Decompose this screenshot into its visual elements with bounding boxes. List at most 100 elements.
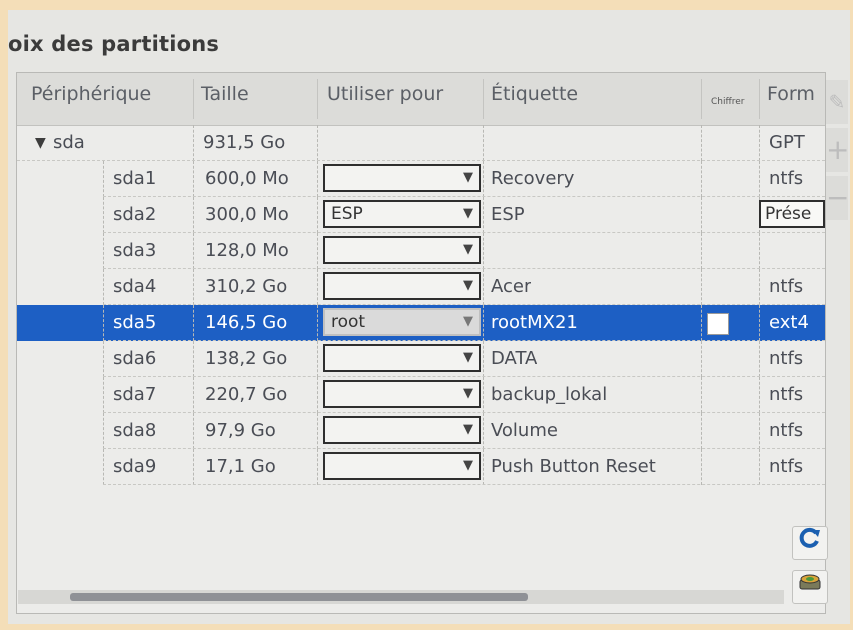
chevron-down-icon[interactable]: ▼	[463, 387, 473, 401]
cell-divider	[317, 305, 318, 341]
chevron-down-icon[interactable]: ▼	[463, 279, 473, 293]
cell-divider	[701, 197, 702, 233]
cell-divider	[317, 449, 318, 485]
partition-label[interactable]: DATA	[491, 341, 537, 377]
cell-divider	[483, 449, 484, 485]
scrollbar-thumb[interactable]	[70, 593, 528, 601]
column-label[interactable]: Étiquette	[491, 83, 578, 105]
partition-name: sda2	[113, 204, 157, 225]
partition-row[interactable]: sda5 146,5 Go root ▼ rootMX21 ext4	[17, 305, 825, 341]
cell-divider	[759, 449, 760, 485]
partition-name: sda8	[113, 420, 157, 441]
drive-manager-icon[interactable]	[792, 570, 828, 604]
use-for-dropdown[interactable]: root ▼	[323, 308, 481, 336]
partition-size: 146,5 Go	[205, 312, 288, 333]
column-encrypt[interactable]: Chiffrer	[711, 97, 744, 107]
cell-divider	[193, 125, 194, 161]
disk-row[interactable]: ▼ sda 931,5 Go GPT	[17, 125, 825, 161]
chevron-down-icon[interactable]: ▼	[463, 171, 473, 185]
partition-row[interactable]: sda8 97,9 Go ▼ Volume ntfs	[17, 413, 825, 449]
cell-divider	[103, 269, 104, 305]
column-device[interactable]: Périphérique	[31, 83, 151, 105]
disk-format: GPT	[769, 132, 805, 153]
format-dropdown[interactable]: Prése	[759, 200, 825, 228]
cell-divider	[317, 125, 318, 161]
partition-size: 138,2 Go	[205, 348, 288, 369]
use-for-dropdown[interactable]: ▼	[323, 236, 481, 264]
column-format[interactable]: Form	[767, 83, 815, 105]
partition-name: sda4	[113, 276, 157, 297]
chevron-down-icon[interactable]: ▼	[463, 207, 473, 221]
cell-divider	[193, 413, 194, 449]
column-use-for[interactable]: Utiliser pour	[327, 83, 443, 105]
cell-divider	[759, 269, 760, 305]
cell-divider	[193, 269, 194, 305]
cell-divider	[103, 305, 104, 341]
partition-name: sda1	[113, 168, 157, 189]
partition-label[interactable]: Push Button Reset	[491, 449, 656, 485]
use-for-dropdown[interactable]: ▼	[323, 380, 481, 408]
use-for-value: ESP	[331, 204, 363, 224]
cell-divider	[193, 449, 194, 485]
partition-format[interactable]: ext4	[769, 305, 809, 341]
header-separator	[759, 79, 760, 119]
use-for-dropdown[interactable]: ▼	[323, 452, 481, 480]
chevron-down-icon[interactable]: ▼	[463, 423, 473, 437]
cell-divider	[701, 125, 702, 161]
partition-name: sda7	[113, 384, 157, 405]
chevron-down-icon[interactable]: ▼	[463, 315, 473, 329]
partition-label[interactable]: Recovery	[491, 161, 574, 197]
partition-row[interactable]: sda3 128,0 Mo ▼	[17, 233, 825, 269]
partition-row[interactable]: sda9 17,1 Go ▼ Push Button Reset ntfs	[17, 449, 825, 485]
partition-label[interactable]: backup_lokal	[491, 377, 607, 413]
cell-divider	[317, 413, 318, 449]
header-separator	[193, 79, 194, 119]
cell-divider	[317, 341, 318, 377]
horizontal-scrollbar[interactable]	[18, 590, 784, 604]
partition-format[interactable]: ntfs	[769, 413, 803, 449]
chevron-down-icon[interactable]: ▼	[463, 459, 473, 473]
cell-divider	[701, 413, 702, 449]
partition-size: 220,7 Go	[205, 384, 288, 405]
use-for-dropdown[interactable]: ▼	[323, 272, 481, 300]
partition-size: 600,0 Mo	[205, 168, 289, 189]
chevron-down-icon[interactable]: ▼	[463, 243, 473, 257]
table-header: Périphérique Taille Utiliser pour Étique…	[17, 73, 825, 126]
partition-row[interactable]: sda7 220,7 Go ▼ backup_lokal ntfs	[17, 377, 825, 413]
expand-toggle-icon[interactable]: ▼	[35, 125, 46, 161]
partition-format[interactable]: ntfs	[769, 377, 803, 413]
use-for-dropdown[interactable]: ▼	[323, 344, 481, 372]
cell-divider	[193, 233, 194, 269]
edit-icon[interactable]: ✎	[826, 80, 848, 124]
use-for-dropdown[interactable]: ESP ▼	[323, 200, 481, 228]
cell-divider	[701, 161, 702, 197]
cell-divider	[759, 125, 760, 161]
partition-row[interactable]: sda2 300,0 Mo ESP ▼ ESP Prése	[17, 197, 825, 233]
partition-name: sda6	[113, 348, 157, 369]
partition-row[interactable]: sda1 600,0 Mo ▼ Recovery ntfs	[17, 161, 825, 197]
chevron-down-icon[interactable]: ▼	[463, 351, 473, 365]
cell-divider	[317, 233, 318, 269]
cell-divider	[701, 341, 702, 377]
remove-partition-button[interactable]: −	[826, 176, 849, 220]
reload-icon[interactable]	[792, 526, 828, 560]
partition-row[interactable]: sda4 310,2 Go ▼ Acer ntfs	[17, 269, 825, 305]
use-for-dropdown[interactable]: ▼	[323, 164, 481, 192]
partition-label[interactable]: rootMX21	[491, 305, 578, 341]
cell-divider	[193, 341, 194, 377]
column-size[interactable]: Taille	[201, 83, 249, 105]
partition-format[interactable]: ntfs	[769, 449, 803, 485]
use-for-dropdown[interactable]: ▼	[323, 416, 481, 444]
add-partition-button[interactable]: +	[826, 128, 849, 172]
partition-label[interactable]: Volume	[491, 413, 558, 449]
partition-format[interactable]: ntfs	[769, 161, 803, 197]
encrypt-checkbox[interactable]	[707, 313, 729, 335]
partition-row[interactable]: sda6 138,2 Go ▼ DATA ntfs	[17, 341, 825, 377]
disk-name: sda	[53, 132, 85, 153]
partition-format[interactable]: ntfs	[769, 269, 803, 305]
partition-label[interactable]: Acer	[491, 269, 531, 305]
partition-name: sda5	[113, 312, 157, 333]
header-separator	[317, 79, 318, 119]
partition-format[interactable]: ntfs	[769, 341, 803, 377]
partition-label[interactable]: ESP	[491, 197, 525, 233]
